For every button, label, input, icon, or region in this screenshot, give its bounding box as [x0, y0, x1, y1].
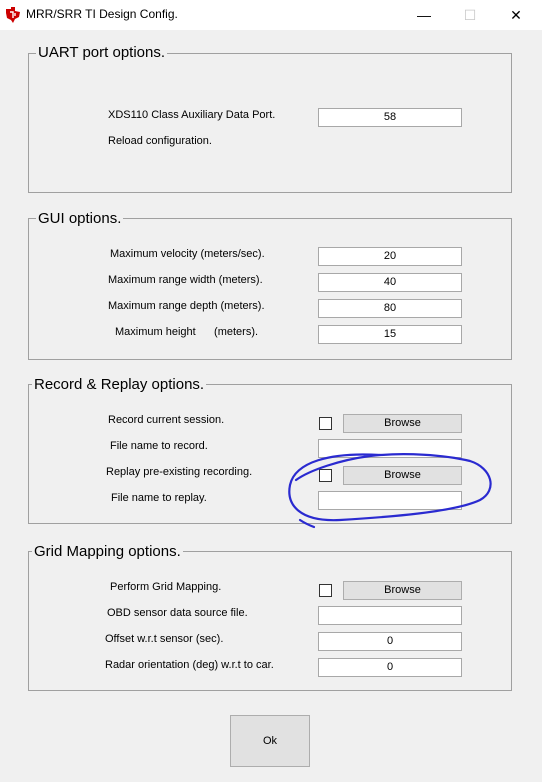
replay-file-label: File name to replay. — [111, 492, 207, 504]
record-file-label: File name to record. — [110, 440, 208, 452]
perform-grid-mapping-checkbox[interactable] — [319, 584, 332, 597]
offset-sensor-label: Offset w.r.t sensor (sec). — [105, 633, 224, 645]
offset-sensor-field[interactable]: 0 — [318, 632, 462, 651]
replay-browse-button[interactable]: Browse — [343, 466, 462, 485]
max-range-width-label: Maximum range width (meters). — [108, 274, 263, 286]
obd-source-label: OBD sensor data source file. — [107, 607, 248, 619]
window-title: MRR/SRR TI Design Config. — [26, 7, 178, 21]
max-range-depth-label: Maximum range depth (meters). — [108, 300, 265, 312]
max-range-depth-field[interactable]: 80 — [318, 299, 462, 318]
record-session-checkbox[interactable] — [319, 417, 332, 430]
uart-options-title: UART port options. — [36, 44, 168, 61]
max-velocity-label: Maximum velocity (meters/sec). — [110, 248, 265, 260]
record-browse-button[interactable]: Browse — [343, 414, 462, 433]
reload-configuration-label[interactable]: Reload configuration. — [108, 135, 212, 147]
maximize-button: ☐ — [463, 7, 477, 23]
minimize-button[interactable]: — — [401, 0, 447, 30]
xds-port-field[interactable]: 58 — [318, 108, 462, 127]
grid-mapping-title: Grid Mapping options. — [32, 543, 183, 560]
gui-options-title: GUI options. — [36, 210, 124, 227]
max-height-field[interactable]: 15 — [318, 325, 462, 344]
obd-source-field[interactable] — [318, 606, 462, 625]
radar-orientation-field[interactable]: 0 — [318, 658, 462, 677]
max-velocity-field[interactable]: 20 — [318, 247, 462, 266]
record-replay-title: Record & Replay options. — [32, 376, 207, 393]
record-session-label: Record current session. — [108, 414, 225, 426]
title-bar: MRR/SRR TI Design Config. — ☐ ✕ — [0, 0, 542, 30]
radar-orientation-label: Radar orientation (deg) w.r.t to car. — [105, 659, 274, 671]
replay-recording-checkbox[interactable] — [319, 469, 332, 482]
perform-grid-mapping-label: Perform Grid Mapping. — [110, 581, 222, 593]
record-file-field[interactable] — [318, 439, 462, 458]
max-height-label: Maximum height (meters). — [115, 326, 259, 338]
close-button[interactable]: ✕ — [493, 0, 539, 30]
replay-file-field[interactable] — [318, 491, 462, 510]
replay-recording-label: Replay pre-existing recording. — [106, 466, 253, 478]
xds-port-label: XDS110 Class Auxiliary Data Port. — [108, 109, 276, 121]
grid-browse-button[interactable]: Browse — [343, 581, 462, 600]
ok-button[interactable]: Ok — [230, 715, 310, 767]
max-range-width-field[interactable]: 40 — [318, 273, 462, 292]
ti-logo-icon — [5, 6, 21, 24]
